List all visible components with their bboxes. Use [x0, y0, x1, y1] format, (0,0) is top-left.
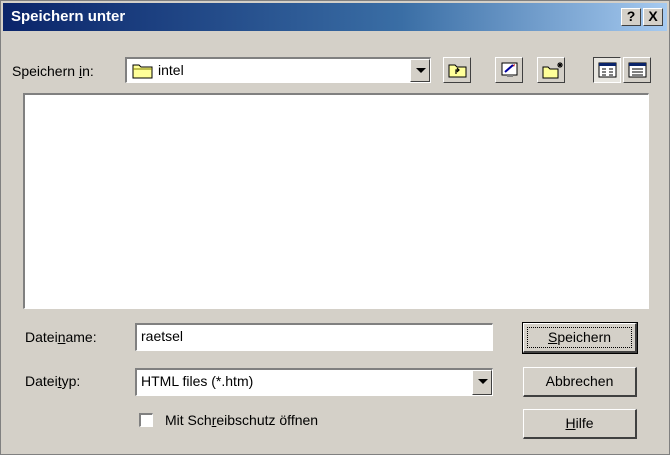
lookin-label: Speichern in:: [12, 63, 94, 79]
filetype-label: Dateityp:: [25, 373, 81, 389]
filetype-dropdown-arrow[interactable]: [472, 370, 492, 395]
filetype-select[interactable]: HTML files (*.htm): [135, 368, 493, 396]
window-title: Speichern unter: [11, 8, 126, 25]
desktop-button[interactable]: [495, 57, 523, 83]
lookin-combobox[interactable]: intel: [125, 57, 431, 83]
help-button[interactable]: Hilfe: [523, 409, 637, 439]
cancel-button[interactable]: Abbrechen: [523, 367, 637, 397]
save-button[interactable]: Speichern: [522, 322, 638, 354]
help-title-button[interactable]: ?: [621, 8, 641, 26]
desktop-icon: [501, 62, 518, 77]
lookin-value: intel: [158, 62, 184, 78]
details-view-button[interactable]: [623, 57, 651, 83]
file-list[interactable]: [23, 93, 649, 309]
filename-input[interactable]: raetsel: [135, 323, 493, 351]
title-bar[interactable]: Speichern unter ? X: [3, 3, 667, 31]
filename-label: Dateiname:: [25, 329, 97, 345]
filetype-value: HTML files (*.htm): [141, 373, 254, 389]
list-view-icon: [598, 62, 617, 78]
readonly-checkbox[interactable]: [139, 413, 153, 427]
lookin-dropdown-arrow[interactable]: [410, 59, 430, 82]
focus-rect: [527, 327, 632, 348]
readonly-label: Mit Schreibschutz öffnen: [165, 412, 319, 428]
new-folder-icon: [542, 62, 563, 79]
up-folder-icon: [448, 64, 467, 78]
save-as-dialog: Speichern unter ? X Speichern in: intel: [0, 0, 670, 455]
up-folder-button[interactable]: [443, 57, 471, 83]
folder-icon: [132, 64, 153, 79]
list-view-button[interactable]: [593, 57, 621, 83]
close-button[interactable]: X: [643, 8, 663, 26]
details-view-icon: [628, 62, 647, 78]
new-folder-button[interactable]: [537, 57, 565, 83]
